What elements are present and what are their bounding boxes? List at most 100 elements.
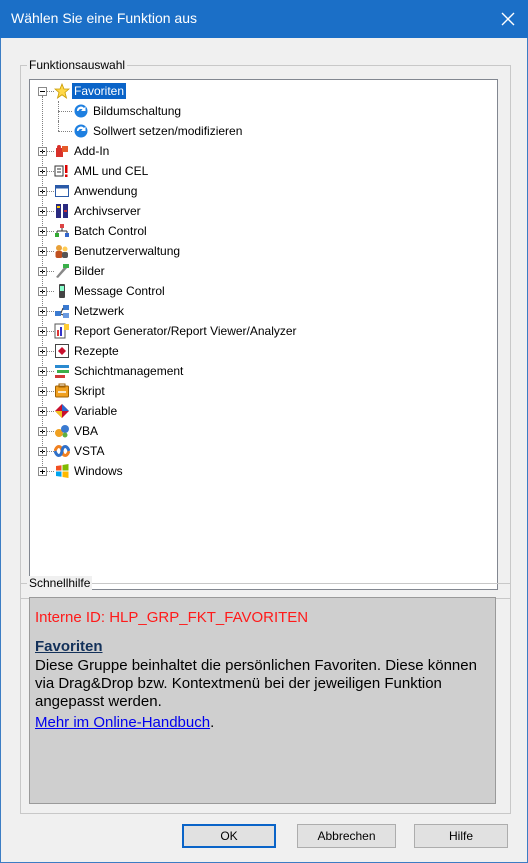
puzzle-icon (54, 143, 70, 159)
tree-root-connector (42, 96, 44, 470)
tree-item[interactable]: Rezepte (30, 341, 497, 361)
tree-item[interactable]: Report Generator/Report Viewer/Analyzer (30, 321, 497, 341)
help-link-suffix: . (210, 714, 215, 731)
tree-connector (47, 411, 54, 413)
tree-item-label: Report Generator/Report Viewer/Analyzer (74, 324, 297, 338)
archive-server-icon (54, 203, 70, 219)
tree-item-label: Variable (74, 404, 118, 418)
function-selection-legend: Funktionsauswahl (27, 58, 128, 72)
vba-icon (54, 423, 70, 439)
tree-item-label: Batch Control (74, 224, 147, 238)
tree-item[interactable]: VSTA (30, 441, 497, 461)
tree-connector (58, 111, 72, 113)
tree-item[interactable]: Favoriten (30, 81, 497, 101)
tree-item-label: Add-In (74, 144, 110, 158)
tree-item-label: AML und CEL (74, 164, 149, 178)
tree-item-label: Schichtmanagement (74, 364, 184, 378)
help-internal-id: Interne ID: HLP_GRP_FKT_FAVORITEN (35, 609, 309, 626)
tree-connector (47, 451, 54, 453)
help-title: Favoriten (35, 638, 103, 655)
tree-connector (47, 391, 54, 393)
tree-connector (47, 471, 54, 473)
tree-connector (47, 231, 54, 233)
report-icon (54, 323, 70, 339)
tree-connector (58, 101, 60, 121)
tree-item-label: Archivserver (74, 204, 141, 218)
network-icon (54, 303, 70, 319)
phone-icon (54, 283, 70, 299)
tree-connector (47, 191, 54, 193)
tree-connector (47, 151, 54, 153)
script-icon (54, 383, 70, 399)
function-selection-group: Funktionsauswahl Favoriten Bildumschaltun… (20, 58, 511, 599)
help-button[interactable]: Hilfe (414, 824, 508, 848)
tree-connector (47, 171, 54, 173)
tree-item[interactable]: Add-In (30, 141, 497, 161)
quick-help-legend: Schnellhilfe (27, 576, 93, 590)
collapse-icon[interactable] (38, 87, 47, 96)
tree-item-label: Favoriten (72, 83, 127, 99)
tree-item[interactable]: Bilder (30, 261, 497, 281)
tree-item[interactable]: AML und CEL (30, 161, 497, 181)
tree-item[interactable]: Bildumschaltung (30, 101, 497, 121)
close-icon (501, 12, 515, 26)
tree-item[interactable]: Archivserver (30, 201, 497, 221)
window-title: Wählen Sie eine Funktion aus (11, 10, 197, 26)
tree-connector (58, 131, 72, 133)
batch-control-icon (54, 223, 70, 239)
tree-connector (47, 271, 54, 273)
tree-item-label: Rezepte (74, 344, 119, 358)
tree-item[interactable]: Sollwert setzen/modifizieren (30, 121, 497, 141)
tree-connector (47, 331, 54, 333)
tree-item-label: Anwendung (74, 184, 138, 198)
tree-item-label: Sollwert setzen/modifizieren (93, 124, 243, 138)
tree-connector (47, 371, 54, 373)
tree-item[interactable]: Batch Control (30, 221, 497, 241)
tree-item-label: Skript (74, 384, 105, 398)
pictures-icon (54, 263, 70, 279)
tree-connector (47, 311, 54, 313)
ok-button[interactable]: OK (182, 824, 276, 848)
tree-item-label: Bilder (74, 264, 105, 278)
tree-connector (47, 351, 54, 353)
title-bar: Wählen Sie eine Funktion aus (0, 0, 528, 38)
tree-item[interactable]: Skript (30, 381, 497, 401)
cancel-button[interactable]: Abbrechen (297, 824, 396, 848)
variable-icon (54, 403, 70, 419)
tree-item[interactable]: Variable (30, 401, 497, 421)
window-icon (54, 183, 70, 199)
star-icon (54, 83, 70, 99)
tree-connector (47, 211, 54, 213)
help-link-line: Mehr im Online-Handbuch. (35, 714, 490, 731)
vsta-icon (54, 443, 70, 459)
help-text: Diese Gruppe beinhaltet die persönlichen… (35, 657, 477, 710)
tree-item[interactable]: Benutzerverwaltung (30, 241, 497, 261)
tree-item[interactable]: Schichtmanagement (30, 361, 497, 381)
tree-item-label: Message Control (74, 284, 165, 298)
online-manual-link[interactable]: Mehr im Online-Handbuch (35, 714, 210, 731)
quick-help-group: Schnellhilfe Interne ID: HLP_GRP_FKT_FAV… (20, 576, 511, 814)
close-button[interactable] (488, 0, 528, 38)
tree-item[interactable]: Message Control (30, 281, 497, 301)
tree-connector (47, 291, 54, 293)
windows-icon (54, 463, 70, 479)
tree-item-label: Netzwerk (74, 304, 125, 318)
tree-item[interactable]: Windows (30, 461, 497, 481)
function-icon (73, 103, 89, 119)
function-icon (73, 123, 89, 139)
tree-item[interactable]: Netzwerk (30, 301, 497, 321)
tree-connector (47, 431, 54, 433)
tree-connector (47, 251, 54, 253)
tree-item-label: VSTA (74, 444, 105, 458)
alarm-list-icon (54, 163, 70, 179)
tree-connector (58, 121, 60, 131)
tree-item[interactable]: Anwendung (30, 181, 497, 201)
shift-icon (54, 363, 70, 379)
tree-item[interactable]: VBA (30, 421, 497, 441)
tree-item-label: VBA (74, 424, 99, 438)
function-tree[interactable]: Favoriten Bildumschaltung Sollwert setzen/… (29, 79, 498, 590)
dialog-body: Funktionsauswahl Favoriten Bildumschaltun… (0, 38, 528, 863)
tree-item-label: Bildumschaltung (93, 104, 182, 118)
users-icon (54, 243, 70, 259)
recipe-icon (54, 343, 70, 359)
